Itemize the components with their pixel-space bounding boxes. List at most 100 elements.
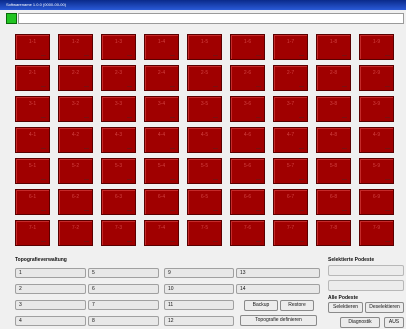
podest-tile[interactable]: 7-9 xyxy=(359,220,394,246)
podest-tile[interactable]: 6-1 xyxy=(15,189,50,215)
podest-tile[interactable]: 5-2 xyxy=(58,158,93,184)
podest-tile-marker xyxy=(342,210,347,211)
podest-tile[interactable]: 5-8 xyxy=(316,158,351,184)
enter-target-position-button[interactable] xyxy=(328,265,404,276)
podest-tile[interactable]: 4-9 xyxy=(359,127,394,153)
podest-tile[interactable]: 6-9 xyxy=(359,189,394,215)
podest-tile[interactable]: 6-2 xyxy=(58,189,93,215)
podest-tile[interactable]: 3-4 xyxy=(144,96,179,122)
topografie-slot-button[interactable]: 14 xyxy=(236,284,320,294)
podest-tile[interactable]: 2-7 xyxy=(273,65,308,91)
podest-tile-label: 6-3 xyxy=(114,194,123,200)
podest-tile[interactable]: 7-1 xyxy=(15,220,50,246)
backup-button[interactable]: Backup xyxy=(244,300,278,311)
podest-tile[interactable]: 4-4 xyxy=(144,127,179,153)
podest-tile[interactable]: 3-6 xyxy=(230,96,265,122)
podest-tile-label: 2-9 xyxy=(372,70,381,76)
podest-tile[interactable]: 5-3 xyxy=(101,158,136,184)
podest-tile[interactable]: 1-7 xyxy=(273,34,308,60)
podest-tile[interactable]: 7-2 xyxy=(58,220,93,246)
podest-tile[interactable]: 5-1 xyxy=(15,158,50,184)
podest-tile[interactable]: 2-6 xyxy=(230,65,265,91)
podest-tile[interactable]: 5-9 xyxy=(359,158,394,184)
off-button[interactable]: AUS xyxy=(384,317,404,328)
podest-tile[interactable]: 7-7 xyxy=(273,220,308,246)
podest-tile[interactable]: 7-3 xyxy=(101,220,136,246)
topografie-slot-button[interactable]: 11 xyxy=(164,300,234,310)
podest-tile-label: 6-5 xyxy=(200,194,209,200)
podest-tile[interactable]: 4-7 xyxy=(273,127,308,153)
podest-tile-marker xyxy=(213,210,218,211)
podest-tile[interactable]: 7-6 xyxy=(230,220,265,246)
podest-tile[interactable]: 7-5 xyxy=(187,220,222,246)
podest-tile-label: 7-1 xyxy=(28,225,37,231)
podest-tile[interactable]: 2-9 xyxy=(359,65,394,91)
podest-tile-label: 1-9 xyxy=(372,39,381,45)
topografie-slot-button[interactable]: 1 xyxy=(15,268,86,278)
podest-tile-label: 3-7 xyxy=(286,101,295,107)
podest-tile[interactable]: 7-4 xyxy=(144,220,179,246)
podest-tile[interactable]: 4-5 xyxy=(187,127,222,153)
podest-tile[interactable]: 1-9 xyxy=(359,34,394,60)
podest-tile[interactable]: 6-3 xyxy=(101,189,136,215)
topografie-slot-button[interactable]: 2 xyxy=(15,284,86,294)
podest-tile[interactable]: 1-4 xyxy=(144,34,179,60)
podest-tile[interactable]: 2-4 xyxy=(144,65,179,91)
deselect-all-button[interactable]: Deselektieren xyxy=(365,302,404,313)
podest-tile[interactable]: 1-1 xyxy=(15,34,50,60)
select-all-button[interactable]: Selektieren xyxy=(328,302,363,313)
podest-tile[interactable]: 4-1 xyxy=(15,127,50,153)
podest-tile[interactable]: 1-6 xyxy=(230,34,265,60)
podest-tile[interactable]: 1-3 xyxy=(101,34,136,60)
podest-tile[interactable]: 1-2 xyxy=(58,34,93,60)
topografie-slot-button[interactable]: 13 xyxy=(236,268,320,278)
podest-tile[interactable]: 3-7 xyxy=(273,96,308,122)
podest-tile[interactable]: 2-2 xyxy=(58,65,93,91)
podest-tile[interactable]: 4-3 xyxy=(101,127,136,153)
podest-tile[interactable]: 2-8 xyxy=(316,65,351,91)
podest-tile[interactable]: 6-4 xyxy=(144,189,179,215)
podest-tile[interactable]: 3-8 xyxy=(316,96,351,122)
podest-tile[interactable]: 6-7 xyxy=(273,189,308,215)
podest-tile[interactable]: 5-4 xyxy=(144,158,179,184)
topografie-slot-button[interactable]: 12 xyxy=(164,316,234,326)
podest-tile[interactable]: 2-1 xyxy=(15,65,50,91)
podest-tile-label: 7-4 xyxy=(157,225,166,231)
podest-tile[interactable]: 5-6 xyxy=(230,158,265,184)
status-indicator-icon[interactable] xyxy=(6,13,17,24)
target-equals-actual-button[interactable] xyxy=(328,280,404,291)
podest-tile[interactable]: 3-3 xyxy=(101,96,136,122)
podest-tile[interactable]: 5-7 xyxy=(273,158,308,184)
podest-tile[interactable]: 1-8 xyxy=(316,34,351,60)
topografie-slot-button[interactable]: 8 xyxy=(88,316,159,326)
podest-tile[interactable]: 1-5 xyxy=(187,34,222,60)
podest-tile-label: 1-8 xyxy=(329,39,338,45)
podest-tile[interactable]: 2-5 xyxy=(187,65,222,91)
podest-tile-marker xyxy=(342,55,347,56)
podest-tile[interactable]: 2-3 xyxy=(101,65,136,91)
topografie-slot-button[interactable]: 5 xyxy=(88,268,159,278)
podest-tile[interactable]: 4-2 xyxy=(58,127,93,153)
podest-tile[interactable]: 3-5 xyxy=(187,96,222,122)
restore-button[interactable]: Restore xyxy=(280,300,314,311)
podest-tile[interactable]: 4-8 xyxy=(316,127,351,153)
podest-tile[interactable]: 3-2 xyxy=(58,96,93,122)
topografie-slot-button[interactable]: 6 xyxy=(88,284,159,294)
podest-tile[interactable]: 7-8 xyxy=(316,220,351,246)
diagnostic-button[interactable]: Diagnostik xyxy=(340,317,380,328)
topografie-slot-button[interactable]: 9 xyxy=(164,268,234,278)
podest-tile[interactable]: 6-8 xyxy=(316,189,351,215)
topografie-define-button[interactable]: Topografie definieren xyxy=(240,315,317,326)
topografie-slot-button[interactable]: 10 xyxy=(164,284,234,294)
topografie-slot-button[interactable]: 4 xyxy=(15,316,86,326)
podest-tile[interactable]: 6-5 xyxy=(187,189,222,215)
topografie-slot-button[interactable]: 3 xyxy=(15,300,86,310)
podest-tile-label: 1-1 xyxy=(28,39,37,45)
podest-tile[interactable]: 3-9 xyxy=(359,96,394,122)
topografie-slot-button[interactable]: 7 xyxy=(88,300,159,310)
podest-tile-label: 7-5 xyxy=(200,225,209,231)
podest-tile[interactable]: 3-1 xyxy=(15,96,50,122)
podest-tile[interactable]: 5-5 xyxy=(187,158,222,184)
podest-tile[interactable]: 6-6 xyxy=(230,189,265,215)
podest-tile[interactable]: 4-6 xyxy=(230,127,265,153)
